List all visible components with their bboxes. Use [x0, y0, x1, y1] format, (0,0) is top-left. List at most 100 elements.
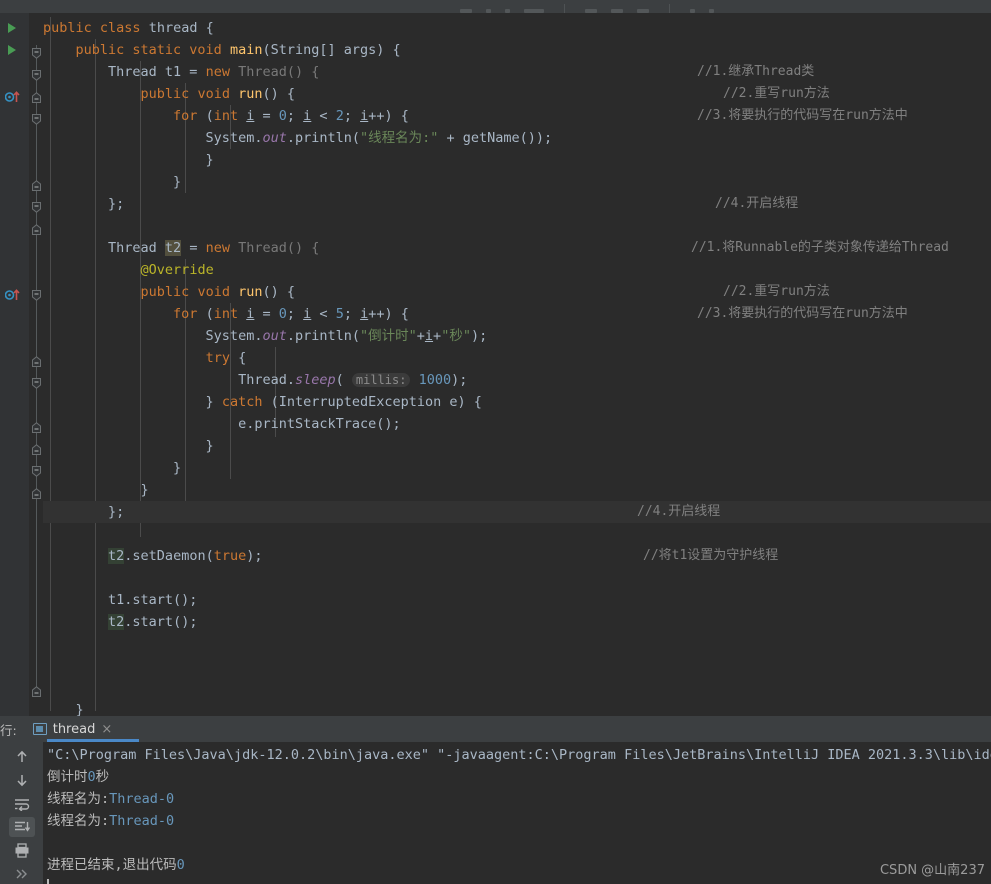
editor-gutter[interactable]	[0, 13, 29, 716]
code-line[interactable]: public class thread {	[43, 17, 991, 39]
code-token: +	[433, 328, 442, 344]
scroll-up-button[interactable]	[9, 747, 35, 767]
override-method-gutter-icon[interactable]	[4, 286, 21, 300]
code-token: for	[173, 108, 206, 124]
code-line[interactable]: }	[43, 457, 991, 479]
console-side-toolbar[interactable]	[0, 742, 43, 884]
code-line[interactable]: e.printStackTrace();	[43, 413, 991, 435]
console-output-value: Thread-0	[109, 791, 175, 807]
code-token: );	[246, 548, 263, 564]
code-token: run	[238, 284, 263, 300]
code-token: <	[311, 108, 336, 124]
fold-expanded-icon[interactable]	[32, 110, 41, 125]
code-line[interactable]: t1.start();	[43, 589, 991, 611]
code-line[interactable]: };	[43, 501, 991, 523]
fold-expanded-icon[interactable]	[32, 286, 41, 301]
code-line[interactable]	[43, 677, 991, 699]
console-line: 线程名为:Thread-0	[47, 788, 991, 810]
more-options-button[interactable]	[9, 864, 35, 884]
fold-end-icon[interactable]	[32, 352, 41, 367]
console-output[interactable]: "C:\Program Files\Java\jdk-12.0.2\bin\ja…	[43, 742, 991, 884]
code-token: main	[229, 42, 263, 58]
code-line[interactable]: public void run() {	[43, 83, 991, 105]
code-token: try	[205, 350, 239, 366]
code-line[interactable]: }	[43, 171, 991, 193]
fold-end-icon[interactable]	[32, 176, 41, 191]
fold-expanded-icon[interactable]	[32, 374, 41, 389]
print-button[interactable]	[9, 840, 35, 860]
fold-spine	[36, 45, 37, 693]
code-token: ;	[343, 306, 361, 322]
code-line[interactable]: try {	[43, 347, 991, 369]
code-line[interactable]: }	[43, 479, 991, 501]
fold-end-icon[interactable]	[32, 484, 41, 499]
code-token: .println(	[286, 130, 360, 146]
code-token: i	[360, 306, 369, 322]
code-editor[interactable]: public class thread { public static void…	[0, 13, 991, 716]
code-token: {	[205, 20, 214, 36]
code-token: "秒"	[441, 328, 471, 344]
inline-comment: //2.重写run方法	[723, 86, 830, 101]
code-line[interactable]: Thread.sleep( millis: 1000);	[43, 369, 991, 391]
code-token: public	[43, 20, 100, 36]
run-class-gutter-icon[interactable]	[8, 23, 16, 33]
code-line[interactable]	[43, 655, 991, 677]
code-line[interactable]: }	[43, 435, 991, 457]
code-line[interactable]: Thread t1 = new Thread() {	[43, 61, 991, 83]
fold-end-icon[interactable]	[32, 440, 41, 455]
fold-expanded-icon[interactable]	[32, 198, 41, 213]
inline-comment: //2.重写run方法	[723, 284, 830, 299]
scroll-down-button[interactable]	[9, 770, 35, 790]
code-line[interactable]	[43, 567, 991, 589]
override-method-gutter-icon[interactable]	[4, 88, 21, 102]
console-output-value: 0	[176, 857, 185, 873]
code-line[interactable]: } catch (InterruptedException e) {	[43, 391, 991, 413]
watermark-text: CSDN @山南237	[879, 863, 985, 878]
toolbar-right-region	[200, 0, 991, 13]
run-main-gutter-icon[interactable]	[8, 45, 16, 55]
fold-expanded-icon[interactable]	[32, 44, 41, 59]
fold-expanded-icon[interactable]	[32, 462, 41, 477]
fold-end-icon[interactable]	[32, 220, 41, 235]
code-line[interactable]: };	[43, 193, 991, 215]
code-line[interactable]	[43, 633, 991, 655]
fold-end-icon[interactable]	[32, 88, 41, 103]
fold-end-icon[interactable]	[32, 418, 41, 433]
code-line[interactable]: @Override	[43, 259, 991, 281]
code-token: thread	[148, 20, 206, 36]
inline-comment: //3.将要执行的代码写在run方法中	[697, 108, 908, 123]
code-line[interactable]: System.out.println("线程名为:" + getName());	[43, 127, 991, 149]
fold-expanded-icon[interactable]	[32, 66, 41, 81]
console-output-suffix: 秒	[95, 769, 110, 785]
code-token: "倒计时"	[360, 328, 417, 344]
scroll-to-end-button[interactable]	[8, 816, 35, 838]
code-token: }	[43, 438, 214, 454]
run-tab-thread[interactable]: thread ×	[25, 716, 139, 742]
code-line[interactable]: public static void main(String[] args) {	[43, 39, 991, 61]
soft-wrap-button[interactable]	[9, 794, 35, 814]
fold-end-icon[interactable]	[32, 682, 41, 697]
code-token: () {	[286, 240, 320, 256]
code-line[interactable]: public void run() {	[43, 281, 991, 303]
code-line[interactable]: }	[43, 149, 991, 171]
code-line[interactable]: t2.start();	[43, 611, 991, 633]
code-line[interactable]: }	[43, 699, 991, 716]
code-token: (InterruptedException e) {	[270, 394, 482, 410]
code-line[interactable]	[43, 215, 991, 237]
code-token: int	[213, 306, 247, 322]
code-token: (	[205, 108, 214, 124]
code-token: out	[262, 130, 287, 146]
code-token: (	[205, 306, 214, 322]
code-line[interactable]: t2.setDaemon(true);	[43, 545, 991, 567]
code-line[interactable]: System.out.println("倒计时"+i+"秒");	[43, 325, 991, 347]
code-token: i	[424, 328, 434, 344]
code-line[interactable]	[43, 523, 991, 545]
close-icon[interactable]: ×	[101, 723, 112, 736]
code-token: e.printStackTrace();	[43, 416, 401, 432]
toolbar-divider	[564, 4, 565, 13]
